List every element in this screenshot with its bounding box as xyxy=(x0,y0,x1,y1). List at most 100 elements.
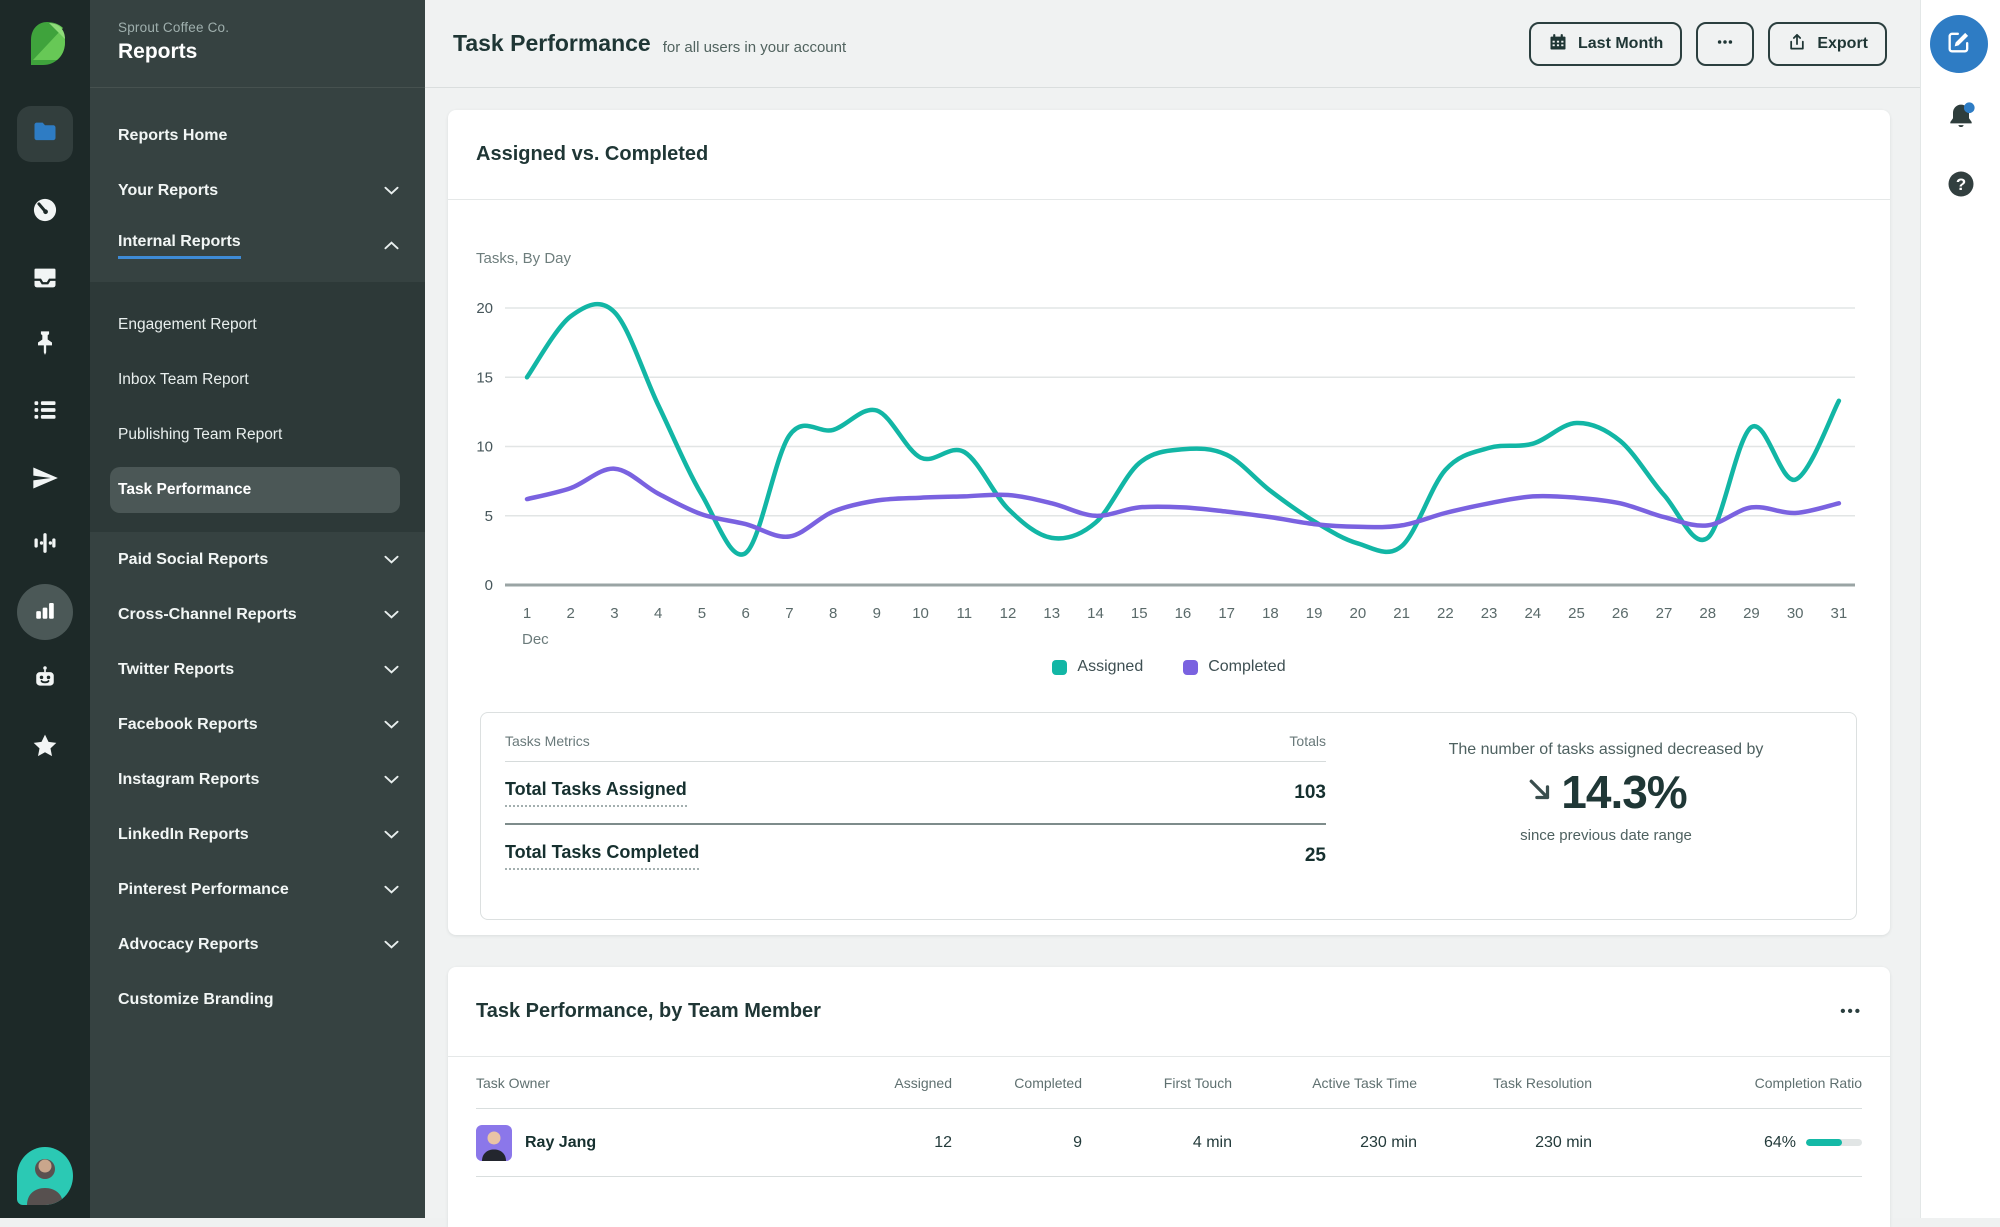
x-axis-tick: 24 xyxy=(1524,605,1541,622)
nav-listening[interactable] xyxy=(17,517,73,573)
pin-icon xyxy=(31,329,59,362)
notifications-button[interactable] xyxy=(1943,100,1979,136)
chevron-down-icon xyxy=(384,940,399,949)
nav-gauge[interactable] xyxy=(17,184,73,240)
user-avatar[interactable] xyxy=(17,1147,73,1205)
x-axis-tick: 9 xyxy=(873,605,881,622)
sidebar-item-advocacy-reports[interactable]: Advocacy Reports xyxy=(90,917,425,972)
completion-ratio-bar xyxy=(1806,1139,1862,1146)
x-axis-tick: 30 xyxy=(1787,605,1804,622)
sidebar-item-facebook-reports[interactable]: Facebook Reports xyxy=(90,697,425,752)
metric-label[interactable]: Total Tasks Completed xyxy=(505,842,699,870)
date-range-button[interactable]: Last Month xyxy=(1529,22,1682,66)
ellipsis-icon xyxy=(1715,32,1735,57)
team-performance-card: Task Performance, by Team Member ••• Tas… xyxy=(448,967,1890,1227)
sidebar-item-customize-branding[interactable]: Customize Branding xyxy=(90,972,425,1027)
chevron-down-icon xyxy=(384,830,399,839)
nav-pin[interactable] xyxy=(17,317,73,373)
chevron-down-icon xyxy=(384,555,399,564)
sidebar-item-publishing-team-report[interactable]: Publishing Team Report xyxy=(90,407,425,462)
sidebar-item-inbox-team-report[interactable]: Inbox Team Report xyxy=(90,352,425,407)
table-row[interactable]: Ray Jang 12 9 4 min 230 min 230 min 64% xyxy=(476,1109,1862,1177)
x-axis-tick: 18 xyxy=(1262,605,1279,622)
nav-automation[interactable] xyxy=(17,652,73,708)
sidebar-item-internal-reports[interactable]: Internal Reports xyxy=(90,218,425,273)
x-axis-tick: 28 xyxy=(1699,605,1716,622)
sidebar-item-label: Customize Branding xyxy=(118,991,274,1009)
sidebar-item-twitter-reports[interactable]: Twitter Reports xyxy=(90,642,425,697)
sidebar-item-instagram-reports[interactable]: Instagram Reports xyxy=(90,752,425,807)
sidebar-item-label: LinkedIn Reports xyxy=(118,826,249,844)
cell-assigned: 12 xyxy=(832,1134,952,1152)
robot-icon xyxy=(31,664,59,697)
sidebar-item-reports-home[interactable]: Reports Home xyxy=(90,108,425,163)
sprout-logo-icon[interactable] xyxy=(23,20,69,68)
x-axis-tick: 5 xyxy=(698,605,706,622)
cell-first-touch: 4 min xyxy=(1082,1134,1232,1152)
x-axis-tick: 2 xyxy=(567,605,575,622)
sidebar-item-label: Cross-Channel Reports xyxy=(118,606,297,624)
nav-reports[interactable] xyxy=(17,584,73,640)
x-axis-tick: 12 xyxy=(1000,605,1017,622)
y-axis-tick: 0 xyxy=(485,577,493,594)
x-axis-tick: 7 xyxy=(785,605,793,622)
legend-label: Completed xyxy=(1208,658,1285,676)
bell-icon xyxy=(1945,100,1977,137)
x-axis-tick: 27 xyxy=(1656,605,1673,622)
chart-card-header: Assigned vs. Completed xyxy=(448,110,1890,200)
sidebar-item-task-performance[interactable]: Task Performance xyxy=(110,467,400,513)
nav-publishing[interactable] xyxy=(17,452,73,508)
x-axis-tick: 11 xyxy=(957,605,973,622)
sidebar-item-cross-channel-reports[interactable]: Cross-Channel Reports xyxy=(90,587,425,642)
page-header: Task Performance for all users in your a… xyxy=(425,0,1920,88)
metrics-header-label: Tasks Metrics xyxy=(505,733,590,749)
x-axis-tick: 25 xyxy=(1568,605,1585,622)
y-axis-tick: 20 xyxy=(476,300,493,317)
bar-chart-icon xyxy=(31,596,59,629)
compose-button[interactable] xyxy=(1930,15,1988,73)
more-options-button[interactable] xyxy=(1696,22,1754,66)
sidebar-item-label: Facebook Reports xyxy=(118,716,258,734)
x-axis-tick: 1 xyxy=(523,605,531,622)
sidebar-item-your-reports[interactable]: Your Reports xyxy=(90,163,425,218)
cell-active-task-time: 230 min xyxy=(1232,1134,1417,1152)
y-axis-tick: 15 xyxy=(476,369,493,386)
sidebar-item-engagement-report[interactable]: Engagement Report xyxy=(90,297,425,352)
sidebar-item-pinterest-performance[interactable]: Pinterest Performance xyxy=(90,862,425,917)
page-subtitle: for all users in your account xyxy=(663,39,846,56)
x-axis-tick: 13 xyxy=(1043,605,1060,622)
sidebar-item-linkedin-reports[interactable]: LinkedIn Reports xyxy=(90,807,425,862)
nav-favorites[interactable] xyxy=(17,720,73,776)
team-table: Task Owner Assigned Completed First Touc… xyxy=(448,1057,1890,1177)
legend-swatch-icon xyxy=(1183,660,1198,675)
sidebar-item-paid-social-reports[interactable]: Paid Social Reports xyxy=(90,532,425,587)
team-card-more-button[interactable]: ••• xyxy=(1840,1003,1862,1020)
help-button[interactable]: ? xyxy=(1943,168,1979,204)
team-card-header: Task Performance, by Team Member ••• xyxy=(448,967,1890,1057)
metric-label[interactable]: Total Tasks Assigned xyxy=(505,779,687,807)
svg-text:?: ? xyxy=(1956,174,1966,193)
legend-item-assigned[interactable]: Assigned xyxy=(1052,658,1143,676)
export-button[interactable]: Export xyxy=(1768,22,1887,66)
x-axis-tick: 22 xyxy=(1437,605,1454,622)
metric-value: 103 xyxy=(1294,782,1326,804)
legend-item-completed[interactable]: Completed xyxy=(1183,658,1285,676)
list-icon xyxy=(31,396,59,429)
chart-legend: Assigned Completed xyxy=(448,658,1890,676)
col-first-touch: First Touch xyxy=(1082,1075,1232,1091)
arrow-down-right-icon xyxy=(1525,775,1555,810)
x-axis-tick: 15 xyxy=(1131,605,1148,622)
sidebar-item-label: Your Reports xyxy=(118,182,218,200)
tasks-by-day-chart: 0510152012345678910111213141516171819202… xyxy=(448,288,1890,656)
sidebar-item-label: Task Performance xyxy=(118,481,251,499)
nav-list[interactable] xyxy=(17,384,73,440)
cell-completed: 9 xyxy=(952,1134,1082,1152)
x-axis-tick: 16 xyxy=(1175,605,1192,622)
account-name: Sprout Coffee Co. xyxy=(118,20,397,35)
assigned-line xyxy=(527,304,1839,554)
y-axis-tick: 5 xyxy=(485,508,493,525)
chevron-down-icon xyxy=(384,720,399,729)
sidebar-item-reports-folder[interactable] xyxy=(17,106,73,162)
nav-inbox[interactable] xyxy=(17,252,73,308)
sidebar-nav: Reports Home Your Reports Internal Reports… xyxy=(90,88,425,1027)
